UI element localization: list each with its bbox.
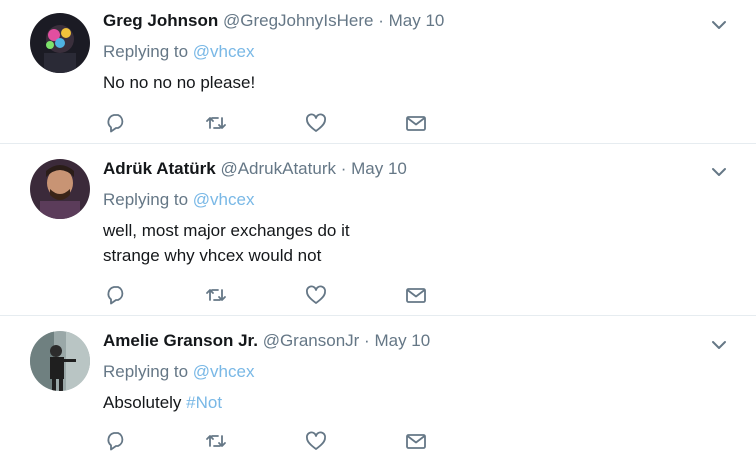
tweet-text: No no no no please! (103, 70, 255, 95)
tweet-text-line: No no no no please! (103, 73, 256, 92)
tweet-actions (105, 430, 445, 452)
retweet-icon[interactable] (205, 284, 227, 306)
chevron-down-icon[interactable] (710, 16, 728, 34)
timestamp[interactable]: May 10 (351, 159, 407, 178)
avatar[interactable] (30, 13, 90, 73)
replying-to: Replying to @vhcex (103, 190, 254, 210)
username[interactable]: @GransonJr (263, 331, 360, 350)
envelope-icon[interactable] (405, 112, 427, 134)
tweet-text-span: Absolutely (103, 393, 182, 412)
replying-to-label: Replying to (103, 362, 189, 381)
tweet-actions (105, 112, 445, 134)
tweet[interactable]: Amelie Granson Jr. @GransonJr · May 10 R… (0, 317, 756, 460)
hashtag-link[interactable]: #Not (186, 393, 222, 412)
retweet-icon[interactable] (205, 112, 227, 134)
tweet-header: Adrük Atatürk @AdrukAtaturk · May 10 (103, 159, 407, 179)
separator-dot: · (340, 159, 347, 178)
envelope-icon[interactable] (405, 430, 427, 452)
retweet-icon[interactable] (205, 430, 227, 452)
mention-link[interactable]: @vhcex (193, 190, 255, 209)
username[interactable]: @GregJohnyIsHere (223, 11, 374, 30)
reply-icon[interactable] (105, 112, 127, 134)
separator-dot: · (378, 11, 384, 30)
heart-icon[interactable] (305, 112, 327, 134)
tweet-text-line: Absolutely #Not (103, 390, 222, 415)
tweet[interactable]: Greg Johnson @GregJohnyIsHere · May 10 R… (0, 0, 756, 144)
replying-to: Replying to @vhcex (103, 362, 254, 382)
tweet-text-line: well, most major exchanges do it (103, 221, 350, 240)
avatar[interactable] (30, 331, 90, 391)
display-name[interactable]: Amelie Granson Jr. (103, 331, 258, 350)
chevron-down-icon[interactable] (710, 336, 728, 354)
tweet[interactable]: Adrük Atatürk @AdrukAtaturk · May 10 Rep… (0, 145, 756, 316)
replying-to-label: Replying to (103, 42, 189, 61)
replying-to-label: Replying to (103, 190, 189, 209)
heart-icon[interactable] (305, 284, 327, 306)
reply-icon[interactable] (105, 284, 127, 306)
username[interactable]: @AdrukAtaturk (220, 159, 336, 178)
reply-icon[interactable] (105, 430, 127, 452)
timestamp[interactable]: May 10 (389, 11, 445, 30)
mention-link[interactable]: @vhcex (193, 42, 255, 61)
tweet-header: Greg Johnson @GregJohnyIsHere · May 10 (103, 11, 444, 31)
tweet-header: Amelie Granson Jr. @GransonJr · May 10 (103, 331, 430, 351)
envelope-icon[interactable] (405, 284, 427, 306)
tweet-text: well, most major exchanges do it strange… (103, 218, 350, 268)
avatar[interactable] (30, 159, 90, 219)
separator-dot: · (364, 331, 370, 350)
tweet-text: Absolutely #Not (103, 390, 222, 415)
heart-icon[interactable] (305, 430, 327, 452)
tweet-text-line: strange why vhcex would not (103, 246, 322, 265)
display-name[interactable]: Adrük Atatürk (103, 159, 216, 178)
display-name[interactable]: Greg Johnson (103, 11, 218, 30)
tweet-actions (105, 284, 445, 306)
timestamp[interactable]: May 10 (374, 331, 430, 350)
chevron-down-icon[interactable] (710, 163, 728, 181)
mention-link[interactable]: @vhcex (193, 362, 255, 381)
replying-to: Replying to @vhcex (103, 42, 254, 62)
